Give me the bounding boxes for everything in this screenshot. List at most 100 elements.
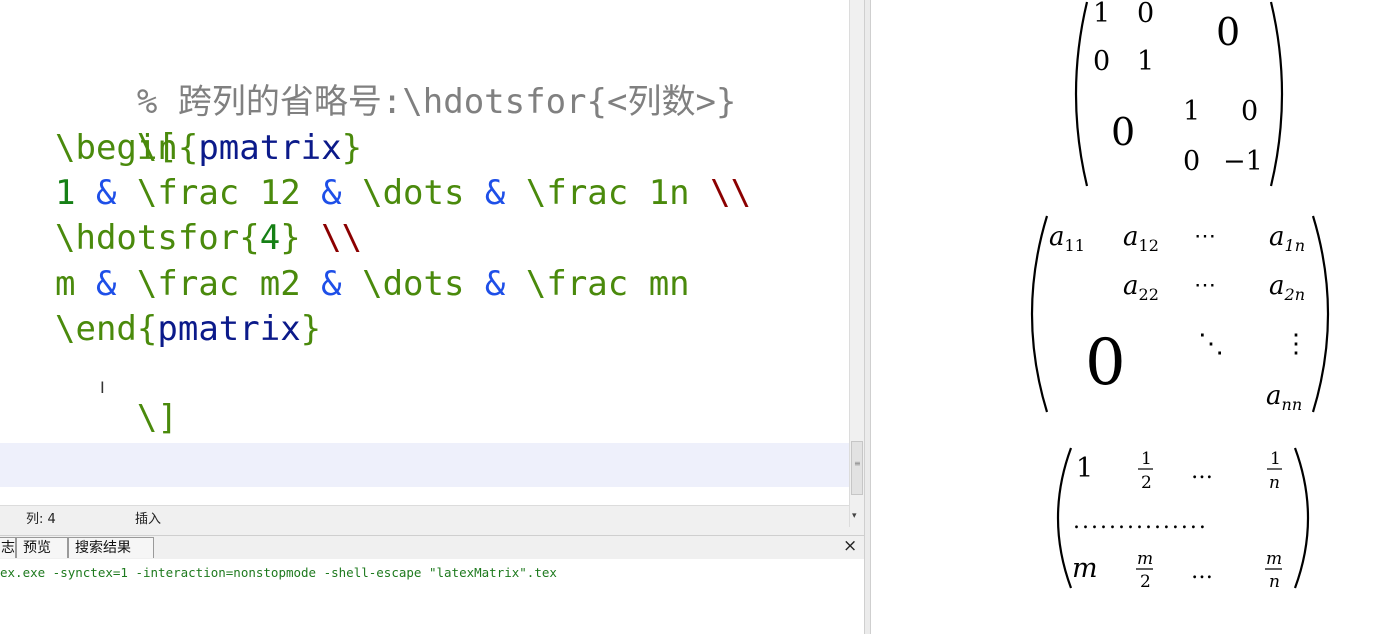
scrollbar-thumb[interactable]: ≡ — [851, 441, 863, 495]
code-token: \hdotsfor — [55, 218, 240, 258]
matrix-zero-block: 0 — [1111, 110, 1135, 154]
code-token: & — [95, 173, 117, 213]
matrix-entry: 0 — [1241, 96, 1258, 127]
current-line-highlight[interactable] — [0, 443, 849, 487]
code-token: \frac 1n — [505, 173, 711, 213]
fraction-numerator: 1 — [1270, 449, 1281, 469]
matrix-entry: 0 — [1093, 46, 1110, 77]
code-line-8: \] — [55, 352, 178, 438]
code-token: & — [321, 173, 342, 213]
code-token: \frac 12 — [116, 173, 322, 213]
fraction-numerator: m — [1266, 549, 1282, 569]
code-token: & — [95, 264, 117, 304]
output-panel: 志 预览 搜索结果 × ex.exe -synctex=1 -interacti… — [0, 535, 864, 635]
matrix-dots: … — [1191, 559, 1213, 584]
code-line-6: m & \frac m2 & \dots & \frac mn — [55, 262, 690, 306]
matrix-cdots: ⋯ — [1194, 273, 1216, 298]
matrix-entry: a2n — [1269, 271, 1305, 304]
matrix-entry: 1 — [1137, 46, 1154, 77]
code-token: pmatrix — [157, 309, 301, 349]
matrix-entry: 1 — [1076, 453, 1093, 484]
status-column: 列: 4 — [26, 512, 56, 527]
matrix-entry: a11 — [1049, 222, 1085, 255]
code-token: { — [136, 309, 158, 349]
code-line-5: \hdotsfor{4} \\ — [55, 216, 362, 260]
matrix-entry: a1n — [1269, 222, 1305, 255]
code-token: } — [280, 218, 301, 258]
matrix-entry: 1 — [1183, 96, 1200, 127]
scroll-down-arrow-icon[interactable]: ▾ — [852, 511, 857, 521]
tab-log[interactable]: 志 — [0, 537, 16, 558]
left-paren — [1074, 1, 1089, 187]
matrix-cdots: ⋯ — [1194, 224, 1216, 249]
text-cursor-icon: I — [100, 378, 105, 397]
code-token: \frac mn — [505, 264, 690, 304]
code-token: \] — [136, 398, 178, 438]
rendered-matrices: 1 0 0 1 0 0 1 0 0 −1 a11 a12 ⋯ a1n a22 ⋯… — [1030, 0, 1330, 592]
matrix-entry: ann — [1266, 381, 1302, 414]
fraction-numerator: m — [1137, 549, 1153, 569]
code-token: \begin — [55, 128, 178, 168]
matrix-vdots: ⋮ — [1283, 329, 1309, 359]
fraction-denominator: 2 — [1140, 572, 1151, 592]
fraction-numerator: 1 — [1141, 449, 1152, 469]
fraction-denominator: n — [1269, 572, 1280, 592]
right-paren — [1311, 215, 1330, 413]
code-token: } — [341, 128, 363, 168]
code-token: } — [300, 309, 322, 349]
matrix-entry: 1 — [1093, 0, 1110, 29]
matrix-hdotsfor: 1 1 2 … 1 n ............... m m 2 … m n — [1056, 447, 1310, 592]
code-comment: % 跨列的省略号:\hdotsfor{<列数>} — [136, 82, 737, 122]
code-token: m — [55, 264, 96, 304]
code-token: 4 — [259, 218, 281, 258]
matrix-entry: m — [1072, 553, 1098, 584]
matrix-ddots: ⋱ — [1198, 329, 1224, 359]
right-paren — [1293, 447, 1310, 589]
code-editor[interactable]: % 跨列的省略号:\hdotsfor{<列数>} \[ \begin{pmatr… — [0, 0, 849, 443]
tab-preview[interactable]: 预览 — [16, 537, 68, 558]
code-token: & — [484, 264, 506, 304]
code-line-4: 1 & \frac 12 & \dots & \frac 1n \\ — [55, 171, 751, 215]
code-line-7: \end{pmatrix} — [55, 307, 321, 351]
code-token: pmatrix — [198, 128, 342, 168]
code-token: { — [177, 128, 199, 168]
code-token: \dots — [341, 264, 485, 304]
code-token: & — [321, 264, 342, 304]
status-insert-mode: 插入 — [135, 512, 162, 527]
vertical-splitter[interactable] — [864, 0, 871, 634]
pdf-preview: 1 0 0 1 0 0 1 0 0 −1 a11 a12 ⋯ a1n a22 ⋯… — [871, 0, 1384, 634]
code-line-1: % 跨列的省略号:\hdotsfor{<列数>} — [55, 36, 737, 122]
matrix-upper-triangular: a11 a12 ⋯ a1n a22 ⋯ a2n 0 ⋱ ⋮ ann — [1030, 215, 1330, 414]
matrix-entry: 0 — [1137, 0, 1154, 29]
code-token: & — [484, 173, 506, 213]
close-icon[interactable]: × — [843, 536, 857, 556]
left-paren — [1030, 215, 1049, 413]
right-paren — [1269, 1, 1284, 187]
code-line-2: \[ — [55, 81, 178, 167]
pane-divider[interactable] — [0, 527, 866, 535]
code-token: \\ — [300, 218, 363, 258]
code-token: \dots — [341, 173, 485, 213]
fraction-denominator: 2 — [1141, 473, 1152, 493]
matrix-hdotsfor-row: ............... — [1073, 509, 1208, 534]
left-paren — [1056, 447, 1073, 589]
code-token: 1 — [55, 173, 96, 213]
code-token: { — [239, 218, 260, 258]
matrix-entry: 0 — [1183, 146, 1200, 177]
code-line-3: \begin{pmatrix} — [55, 126, 362, 170]
matrix-entry: a22 — [1123, 271, 1159, 304]
grip-icon: ≡ — [854, 459, 861, 468]
fraction-denominator: n — [1269, 473, 1280, 493]
matrix-zero-block: 0 — [1216, 10, 1240, 54]
matrix-zero-block: 0 — [1085, 326, 1126, 400]
build-command-output: ex.exe -synctex=1 -interaction=nonstopmo… — [0, 565, 557, 580]
vertical-scrollbar[interactable]: ≡ — [849, 0, 865, 527]
matrix-dots: … — [1191, 459, 1213, 484]
code-token: \frac m2 — [116, 264, 322, 304]
status-bar: 列: 4 插入 — [0, 505, 849, 528]
matrix-entry: −1 — [1223, 146, 1263, 177]
panel-tab-strip: 志 预览 搜索结果 × — [0, 536, 864, 559]
code-token: \end — [55, 309, 137, 349]
tab-search-results[interactable]: 搜索结果 — [68, 537, 154, 558]
code-token: \\ — [710, 173, 752, 213]
